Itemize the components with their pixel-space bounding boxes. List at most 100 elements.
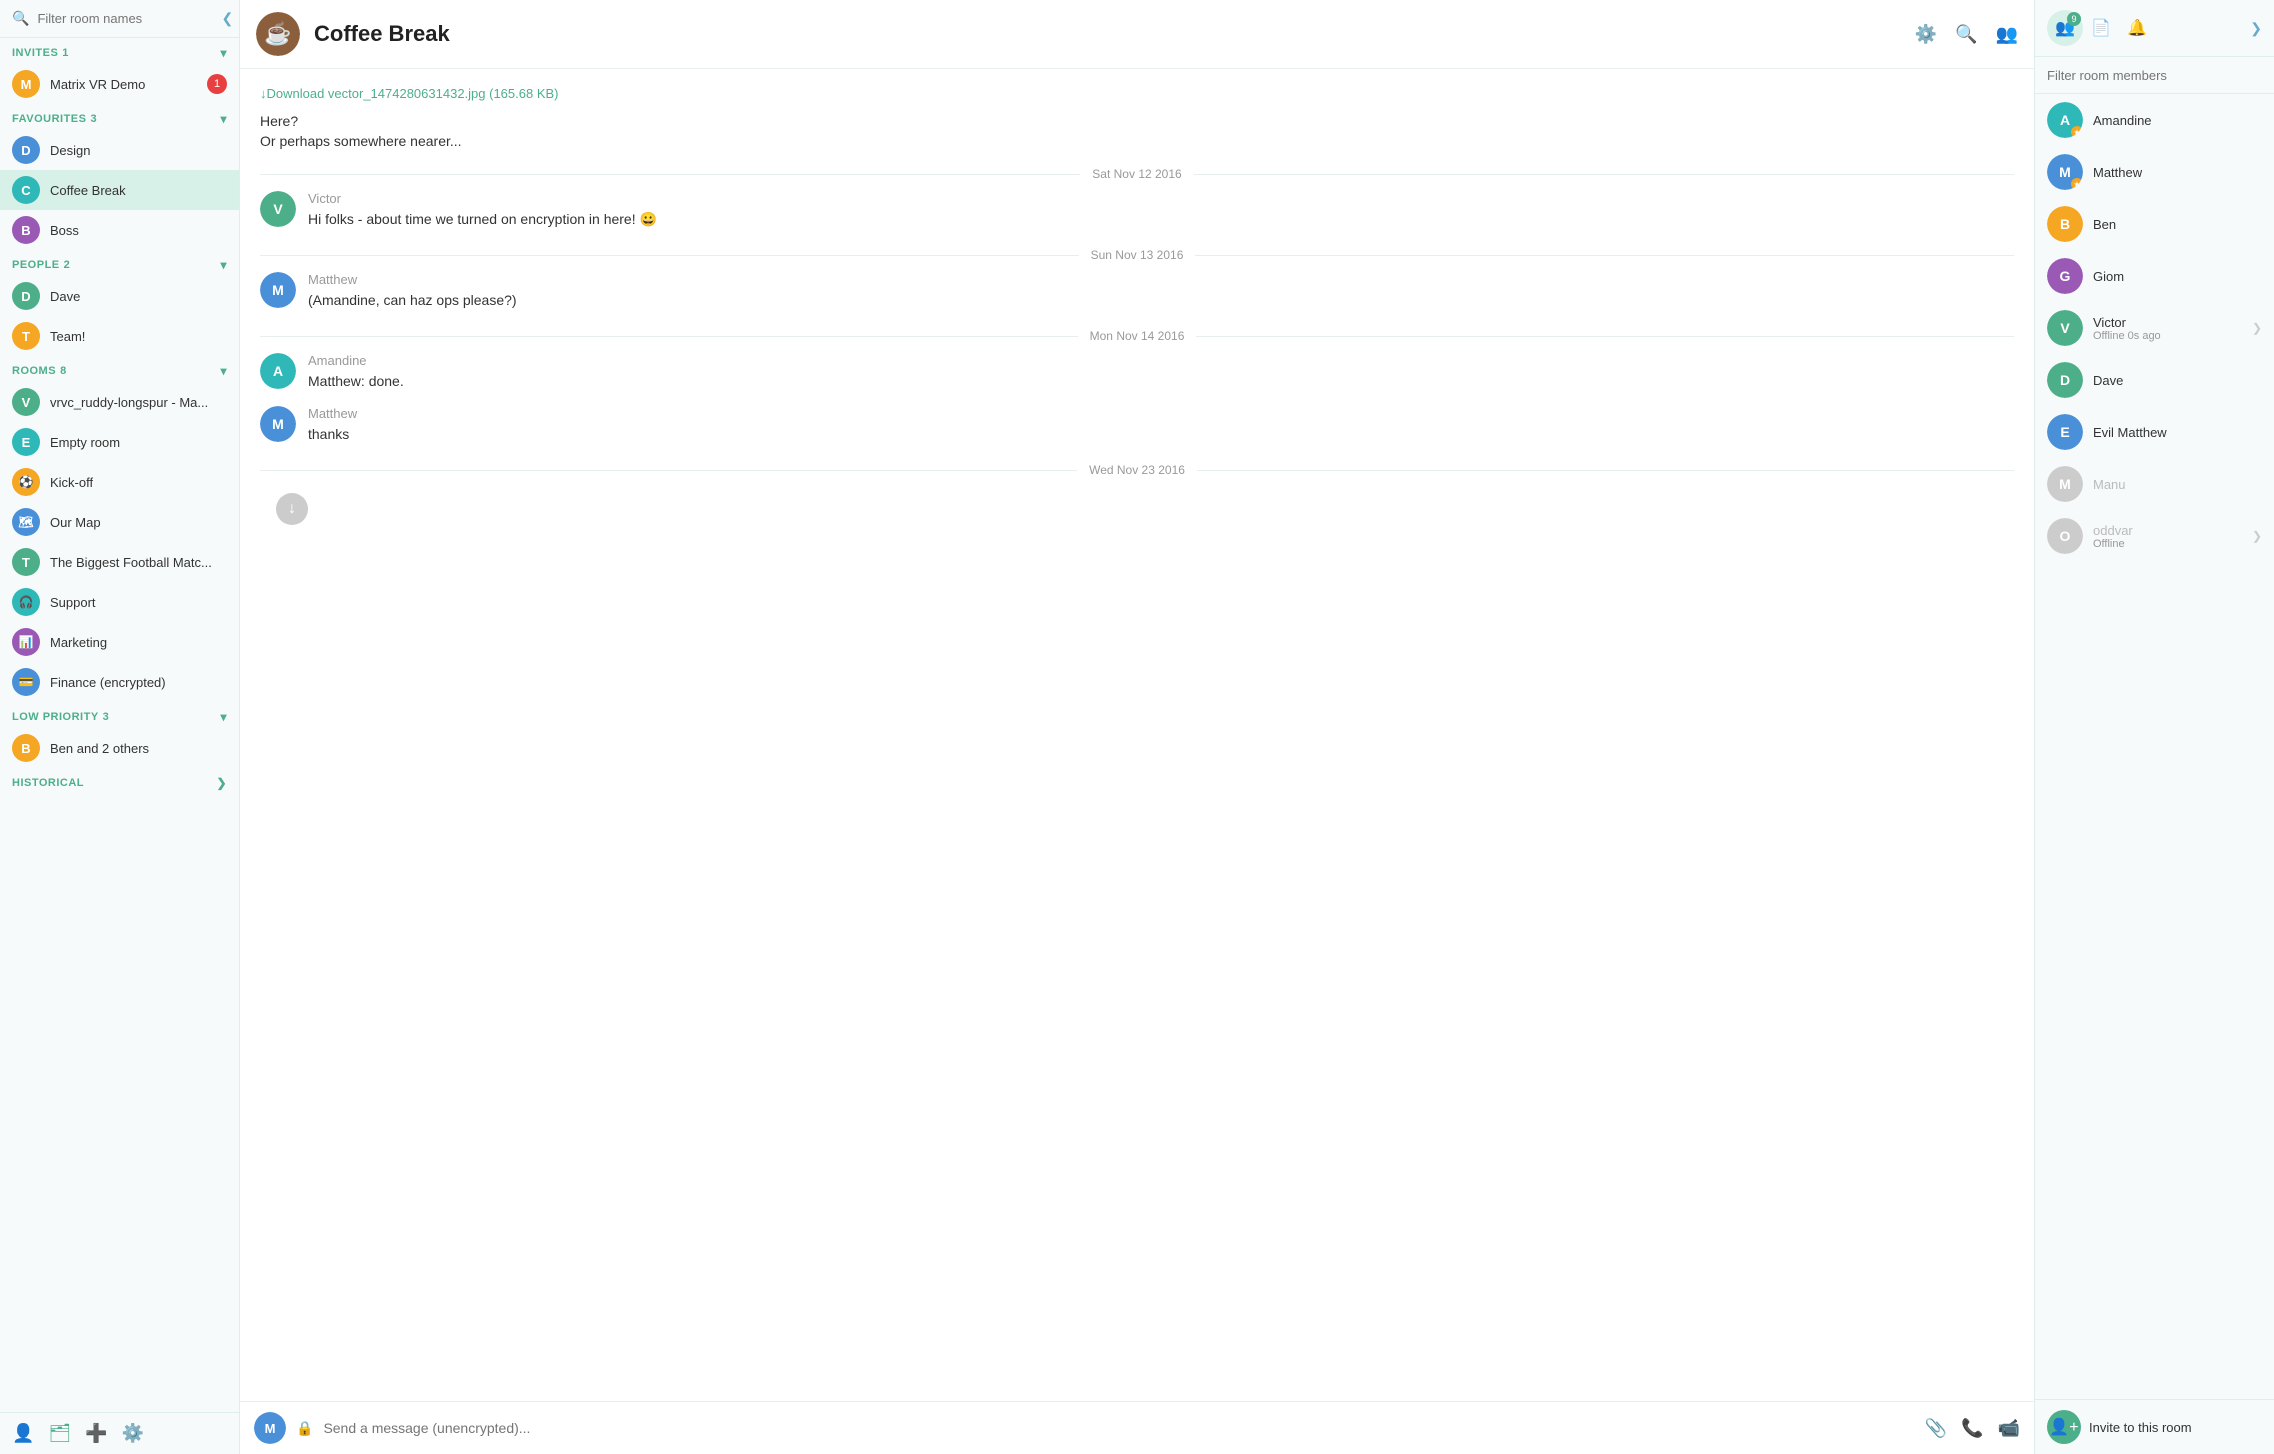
right-sidebar-collapse-button[interactable]: ❯ — [2250, 20, 2262, 37]
msg-sender: Matthew — [308, 406, 2014, 421]
badge: 1 — [207, 74, 227, 94]
section-header-people[interactable]: PEOPLE2▾ — [0, 250, 239, 276]
room-item-marketing[interactable]: 📊 Marketing — [0, 622, 239, 662]
member-item-victor[interactable]: V Victor Offline 0s ago ❯ — [2035, 302, 2274, 354]
member-avatar: V — [2047, 310, 2083, 346]
member-name: Amandine — [2093, 113, 2262, 128]
room-avatar: 🗺 — [12, 508, 40, 536]
message-text: Here? — [260, 113, 298, 129]
member-item-matthew[interactable]: M ★ Matthew — [2035, 146, 2274, 198]
date-label: Wed Nov 23 2016 — [1089, 463, 1185, 477]
room-avatar: D — [12, 282, 40, 310]
members-tab[interactable]: 👥 9 — [2047, 10, 2083, 46]
right-header: 👥 9 📄 🔔 ❯ — [2035, 0, 2274, 57]
members-icon[interactable]: 👥 — [1996, 24, 2018, 45]
member-item-manu[interactable]: M Manu — [2035, 458, 2274, 510]
room-item-support[interactable]: 🎧 Support — [0, 582, 239, 622]
msg-avatar: M — [260, 406, 296, 442]
section-label: PEOPLE — [12, 259, 60, 271]
member-name: Ben — [2093, 217, 2262, 232]
phone-icon[interactable]: 📞 — [1961, 1418, 1983, 1439]
sidebar-list: INVITES1▾ M Matrix VR Demo 1 FAVOURITES3… — [0, 38, 239, 1412]
msg-text: Hi folks - about time we turned on encry… — [308, 209, 2014, 230]
date-label: Sun Nov 13 2016 — [1091, 248, 1184, 262]
sidebar-collapse-button[interactable]: ❮ — [221, 10, 233, 27]
add-person-icon: 👤+ — [2049, 1417, 2078, 1437]
search-bar: 🔍 ❮ — [0, 0, 239, 38]
scroll-down-button[interactable]: ↓ — [276, 493, 308, 525]
member-info: Victor Offline 0s ago — [2093, 315, 2242, 342]
message-group: A Amandine Matthew: done. — [260, 353, 2014, 392]
room-name: Finance (encrypted) — [50, 675, 166, 690]
room-item-finance[interactable]: 💳 Finance (encrypted) — [0, 662, 239, 702]
room-avatar: T — [12, 322, 40, 350]
section-header-historical[interactable]: HISTORICAL❯ — [0, 768, 239, 794]
msg-avatar: V — [260, 191, 296, 227]
room-item-empty-room[interactable]: E Empty room — [0, 422, 239, 462]
member-item-giom[interactable]: G Giom — [2035, 250, 2274, 302]
notifications-tab[interactable]: 🔔 — [2119, 10, 2155, 46]
members-filter-input[interactable] — [2047, 68, 2262, 83]
room-name: Ben and 2 others — [50, 741, 149, 756]
section-header-invites[interactable]: INVITES1▾ — [0, 38, 239, 64]
settings-icon[interactable]: ⚙️ — [122, 1423, 144, 1444]
member-item-oddvar[interactable]: O oddvar Offline ❯ — [2035, 510, 2274, 562]
member-avatar: M — [2047, 466, 2083, 502]
folder-icon[interactable]: 🗂 — [48, 1423, 71, 1444]
room-item-biggest-football[interactable]: T The Biggest Football Matc... — [0, 542, 239, 582]
room-name: Dave — [50, 289, 80, 304]
member-avatar: O — [2047, 518, 2083, 554]
member-avatar: A ★ — [2047, 102, 2083, 138]
room-name: Design — [50, 143, 90, 158]
invite-label[interactable]: Invite to this room — [2089, 1420, 2192, 1435]
member-avatar: M ★ — [2047, 154, 2083, 190]
room-item-our-map[interactable]: 🗺 Our Map — [0, 502, 239, 542]
room-avatar: B — [12, 216, 40, 244]
room-item-kick-off[interactable]: ⚽ Kick-off — [0, 462, 239, 502]
section-count: 3 — [103, 711, 110, 723]
people-icon[interactable]: 👤 — [12, 1423, 34, 1444]
chat-messages: ↓Download vector_1474280631432.jpg (165.… — [240, 69, 2034, 1401]
room-name: Marketing — [50, 635, 107, 650]
section-header-rooms[interactable]: ROOMS8▾ — [0, 356, 239, 382]
date-divider: Sat Nov 12 2016 — [260, 167, 2014, 181]
message-text: Or perhaps somewhere nearer... — [260, 133, 462, 149]
room-item-vrvc[interactable]: V vrvc_ruddy-longspur - Ma... — [0, 382, 239, 422]
member-item-evil-matthew[interactable]: E Evil Matthew — [2035, 406, 2274, 458]
search-icon[interactable]: 🔍 — [1955, 24, 1977, 45]
room-item-coffee-break[interactable]: C Coffee Break — [0, 170, 239, 210]
room-name: Matrix VR Demo — [50, 77, 145, 92]
room-item-design[interactable]: D Design — [0, 130, 239, 170]
room-name: Coffee Break — [50, 183, 126, 198]
msg-sender: Matthew — [308, 272, 2014, 287]
invite-area: 👤+ Invite to this room — [2035, 1399, 2274, 1454]
video-icon[interactable]: 📹 — [1998, 1418, 2020, 1439]
section-header-favourites[interactable]: FAVOURITES3▾ — [0, 104, 239, 130]
member-item-ben[interactable]: B Ben — [2035, 198, 2274, 250]
attachment-icon[interactable]: 📎 — [1925, 1418, 1947, 1439]
members-filter — [2035, 57, 2274, 94]
message-input[interactable] — [323, 1420, 1914, 1436]
room-item-boss[interactable]: B Boss — [0, 210, 239, 250]
member-name: Matthew — [2093, 165, 2262, 180]
room-item-dave[interactable]: D Dave — [0, 276, 239, 316]
section-header-low-priority[interactable]: LOW PRIORITY3▾ — [0, 702, 239, 728]
chat-header: ☕ Coffee Break ⚙️ 🔍 👥 — [240, 0, 2034, 69]
room-item-team[interactable]: T Team! — [0, 316, 239, 356]
room-avatar: T — [12, 548, 40, 576]
settings-icon[interactable]: ⚙️ — [1915, 24, 1937, 45]
member-name: Manu — [2093, 477, 2262, 492]
room-name: Boss — [50, 223, 79, 238]
search-input[interactable] — [37, 11, 213, 26]
add-icon[interactable]: ➕ — [85, 1423, 107, 1444]
download-link[interactable]: ↓Download vector_1474280631432.jpg (165.… — [260, 86, 559, 101]
member-name: Victor — [2093, 315, 2242, 330]
room-name: The Biggest Football Matc... — [50, 555, 212, 570]
section-label: INVITES — [12, 47, 58, 59]
room-item-ben-others[interactable]: B Ben and 2 others — [0, 728, 239, 768]
msg-text: thanks — [308, 424, 2014, 445]
room-item-matrix-vr-demo[interactable]: M Matrix VR Demo 1 — [0, 64, 239, 104]
files-tab[interactable]: 📄 — [2083, 10, 2119, 46]
member-item-dave[interactable]: D Dave — [2035, 354, 2274, 406]
member-item-amandine[interactable]: A ★ Amandine — [2035, 94, 2274, 146]
